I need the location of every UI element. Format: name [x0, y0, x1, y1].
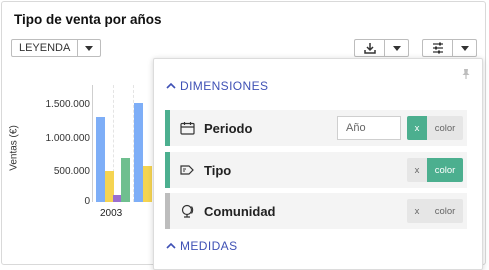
y-axis-label: Ventas (€): [8, 125, 20, 171]
bar[interactable]: [121, 158, 130, 202]
sliders-icon[interactable]: [423, 40, 452, 56]
y-tick: 1.500.000: [45, 99, 91, 110]
chevron-up-icon: [166, 242, 176, 249]
dimension-label: Tipo: [204, 163, 232, 178]
x-option[interactable]: x: [407, 158, 427, 182]
axis-color-toggle[interactable]: x color: [407, 158, 463, 182]
x-option[interactable]: x: [407, 199, 427, 223]
color-option[interactable]: color: [427, 158, 463, 182]
legend-label[interactable]: LEYENDA: [12, 40, 77, 56]
calendar-icon: [180, 122, 195, 135]
dimension-label: Periodo: [204, 121, 253, 136]
axis-color-toggle[interactable]: x color: [407, 116, 463, 140]
dimension-row-tipo[interactable]: Tipo x color: [165, 152, 467, 188]
dimensions-header[interactable]: DIMENSIONES: [166, 79, 268, 93]
y-tick: 500.000: [53, 166, 90, 177]
y-tick: 1.000.000: [45, 133, 91, 144]
axis-color-toggle[interactable]: x color: [407, 199, 463, 223]
bar[interactable]: [143, 166, 152, 202]
bar[interactable]: [134, 103, 143, 202]
chevron-up-icon: [166, 82, 176, 89]
measures-header[interactable]: MEDIDAS: [166, 239, 237, 253]
tag-icon: [180, 165, 194, 175]
color-option[interactable]: color: [427, 116, 463, 140]
dimensions-label: DIMENSIONES: [180, 79, 269, 93]
x-option[interactable]: x: [407, 116, 427, 140]
pin-icon[interactable]: [460, 68, 472, 80]
chevron-down-icon[interactable]: [385, 40, 408, 56]
chevron-down-icon[interactable]: [78, 40, 100, 56]
dimension-label: Comunidad: [204, 204, 276, 219]
settings-panel: DIMENSIONES Periodo Año x color Tipo x c…: [153, 58, 483, 270]
settings-button[interactable]: [422, 39, 477, 57]
measures-label: MEDIDAS: [180, 239, 238, 253]
y-tick: 0: [84, 196, 90, 207]
legend-button[interactable]: LEYENDA: [11, 39, 101, 57]
bar[interactable]: [96, 117, 105, 202]
dimension-row-periodo[interactable]: Periodo Año x color: [165, 110, 467, 146]
download-icon[interactable]: [355, 40, 384, 56]
dimension-row-comunidad[interactable]: Comunidad x color: [165, 193, 467, 229]
x-tick: 2003: [100, 208, 123, 219]
chart-title: Tipo de venta por años: [14, 12, 162, 27]
download-button[interactable]: [354, 39, 409, 57]
color-option[interactable]: color: [427, 199, 463, 223]
globe-icon: [181, 204, 194, 218]
period-select[interactable]: Año: [337, 116, 401, 140]
chevron-down-icon[interactable]: [453, 40, 476, 56]
